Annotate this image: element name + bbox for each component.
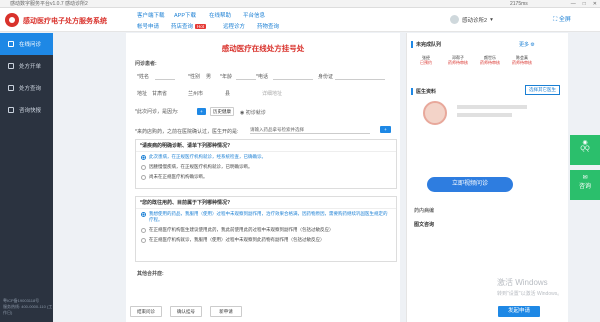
medication-option-1[interactable]: 我想使用的药品，我服用（使用）过程中未观察到副作用，治疗效果合格满，因药物原因，… [136,209,396,225]
nav-client-download[interactable]: 客户端下载 [137,11,165,19]
user-menu[interactable]: 感动诊所2 ▾ [450,15,493,24]
diagnosis-question: *请疾病的明确诊断、请单下列那种情况? 此次患病，在正规医疗机构就诊，经系统检查… [135,139,397,189]
doctor-title-blurred [457,113,512,117]
medication-question-title: *您的既往用药、目前属于下列哪种情况? [136,197,396,209]
news-icon [8,107,14,113]
address-detail-input[interactable]: 详细地址 [262,90,282,97]
province-select[interactable]: 甘肃省 [152,90,167,97]
first-visit-radio[interactable]: ◉ 初诊就诊 [240,109,266,116]
patient-section-label: 问诊患者: [135,61,157,67]
age-field[interactable] [236,73,256,80]
comorbidity-label: 其他合并症: [137,271,164,277]
switch-doctor-button[interactable]: 选择其它医生 [525,85,560,95]
queue-title: 未完成队列 [411,41,441,48]
close-icon[interactable]: ✕ [593,0,597,8]
county-select[interactable]: 县 [225,90,230,97]
end-consult-button[interactable]: 结束问诊 [130,306,162,317]
nav-account-apply[interactable]: 帐号申请 [137,22,159,30]
history-health-button[interactable]: 历史健康 [210,107,234,116]
id-label: 身份证 [318,74,334,80]
nav-drug-query[interactable]: 药物查询 [257,22,279,30]
maximize-icon[interactable]: □ [583,0,586,8]
avatar [450,15,459,24]
queue-item[interactable]: 张经 已预约 [413,55,439,65]
diagnosis-option-3[interactable]: 尚未在正规医疗机构确诊断。 [136,172,396,182]
minimize-icon[interactable]: — [571,0,576,8]
query-icon [8,85,14,91]
nav-platform-info[interactable]: 平台信息 [243,11,265,19]
rx-section-title: 药内病编 [414,208,435,214]
nav-online-help[interactable]: 在线帮助 [209,11,231,19]
add-button[interactable]: + [197,108,206,115]
sidebar-item-online-consult[interactable]: 在线问诊 [0,33,53,55]
visit-reason-label: *此次问诊，是因为: [135,109,179,115]
qq-side-button[interactable]: ◉ QQ [570,135,600,165]
age-label: *年龄 [220,74,232,80]
nav-pharmacy-query[interactable]: 药店查询 Hot [171,22,207,30]
consult-side-button[interactable]: ✉ 咨询 [570,170,600,200]
fullscreen-button[interactable]: ⛶ 全屏 [553,14,571,24]
nav-app-download[interactable]: APP下载 [174,11,196,19]
qq-icon: ◉ [582,140,588,146]
phone-label: *电话 [256,74,268,80]
prior-rx-label: *来药店购药，之前在医院确认过，医生开的是: [135,129,239,135]
medication-option-2[interactable]: 在正规医疗机构医生建议使用此药，我此前使用此药过程中未观察到副作用（包括过敏反应… [136,225,396,235]
app-header: 感动医疗电子处方服务系统 客户端下载 APP下载 在线帮助 平台信息 帐号申请 … [0,8,600,32]
phone-field[interactable] [273,73,313,80]
diagnosis-question-title: *请疾病的明确诊断、请单下列那种情况? [136,140,396,152]
medication-option-3[interactable]: 在正规医疗机构就诊，我服用（使用）过程中未观察到此药物有副作用（包括过敏反应） [136,235,396,245]
queue-item[interactable]: 邓帮子 药师待审核 [445,55,471,65]
chevron-down-icon: ▾ [490,16,493,23]
sex-select[interactable]: 男 [206,73,211,80]
user-name: 感动诊所2 [462,17,488,24]
latency-text: 2175ms [510,1,528,7]
confirm-register-button[interactable]: 确认挂号 [170,306,202,317]
drug-add-button[interactable]: + [380,126,391,133]
doctor-avatar [423,101,447,125]
diagnosis-option-2[interactable]: 因腰慢慢疾病，在正规医疗机构就诊，已明确诊断。 [136,162,396,172]
new-apply-button[interactable]: 新申请 [210,306,242,317]
windows-watermark: 激活 Windows 转到"设置"以激活 Windows。 [497,278,563,297]
city-select[interactable]: 兰州市 [188,90,203,97]
sidebar-item-rx-query[interactable]: 处方查询 [0,77,53,99]
more-link[interactable]: 更多 ⚙ [519,41,535,48]
id-field[interactable] [335,73,385,80]
page-title: 感动医疗在线处方挂号处 [221,44,305,53]
window-titlebar: 感动数字服务平台v1.0.7 感动诊所2 2175ms — □ ✕ [0,0,600,8]
hot-badge: Hot [195,24,207,29]
name-label: *姓名 [137,74,149,80]
sidebar-item-prescribe[interactable]: 处方开单 [0,55,53,77]
name-field[interactable] [155,73,175,80]
queue-item[interactable]: 陈会真 药师待审核 [509,55,535,65]
sex-label: *性别 [188,74,200,80]
submit-apply-button[interactable]: 发起申请 [498,306,540,317]
queue-item[interactable]: 颜世乐 药师待审核 [477,55,503,65]
drug-search-input[interactable]: 请输入药品拿号检索并选择 [250,127,370,134]
app-logo-text: 感动医疗电子处方服务系统 [23,18,107,25]
doctor-info-title: 医生资料 [411,88,436,95]
sidebar-item-news[interactable]: 咨询快报 [0,99,53,121]
prescribe-icon [8,63,14,69]
diagnosis-option-1[interactable]: 此次患病，在正规医疗机构就诊，经系统检查，已确确诊。 [136,152,396,162]
address-label: 地址 [137,91,148,97]
consult-icon [8,41,14,47]
queue-list: 张经 已预约 邓帮子 药师待审核 颜世乐 药师待审核 陈会真 药师待审核 [413,55,535,65]
medication-question: *您的既往用药、目前属于下列哪种情况? 我想使用的药品，我服用（使用）过程中未观… [135,196,397,262]
sidebar: 在线问诊 处方开单 处方查询 咨询快报 粤ICP备19003118号 服务热线: … [0,33,53,322]
doctor-name-blurred [457,105,527,109]
text-consult-title: 图文咨询 [414,222,435,228]
chat-icon: ✉ [582,175,588,181]
nav-remote-rx[interactable]: 远程诊方 [223,22,245,30]
logo-icon [5,13,19,27]
video-consult-button[interactable]: 立即视频问诊 [427,177,513,192]
window-title: 感动数字服务平台v1.0.7 感动诊所2 [10,1,88,7]
sidebar-footer: 粤ICP备19003118号 服务热线: 400-0000-110 (工作日) [3,298,53,315]
